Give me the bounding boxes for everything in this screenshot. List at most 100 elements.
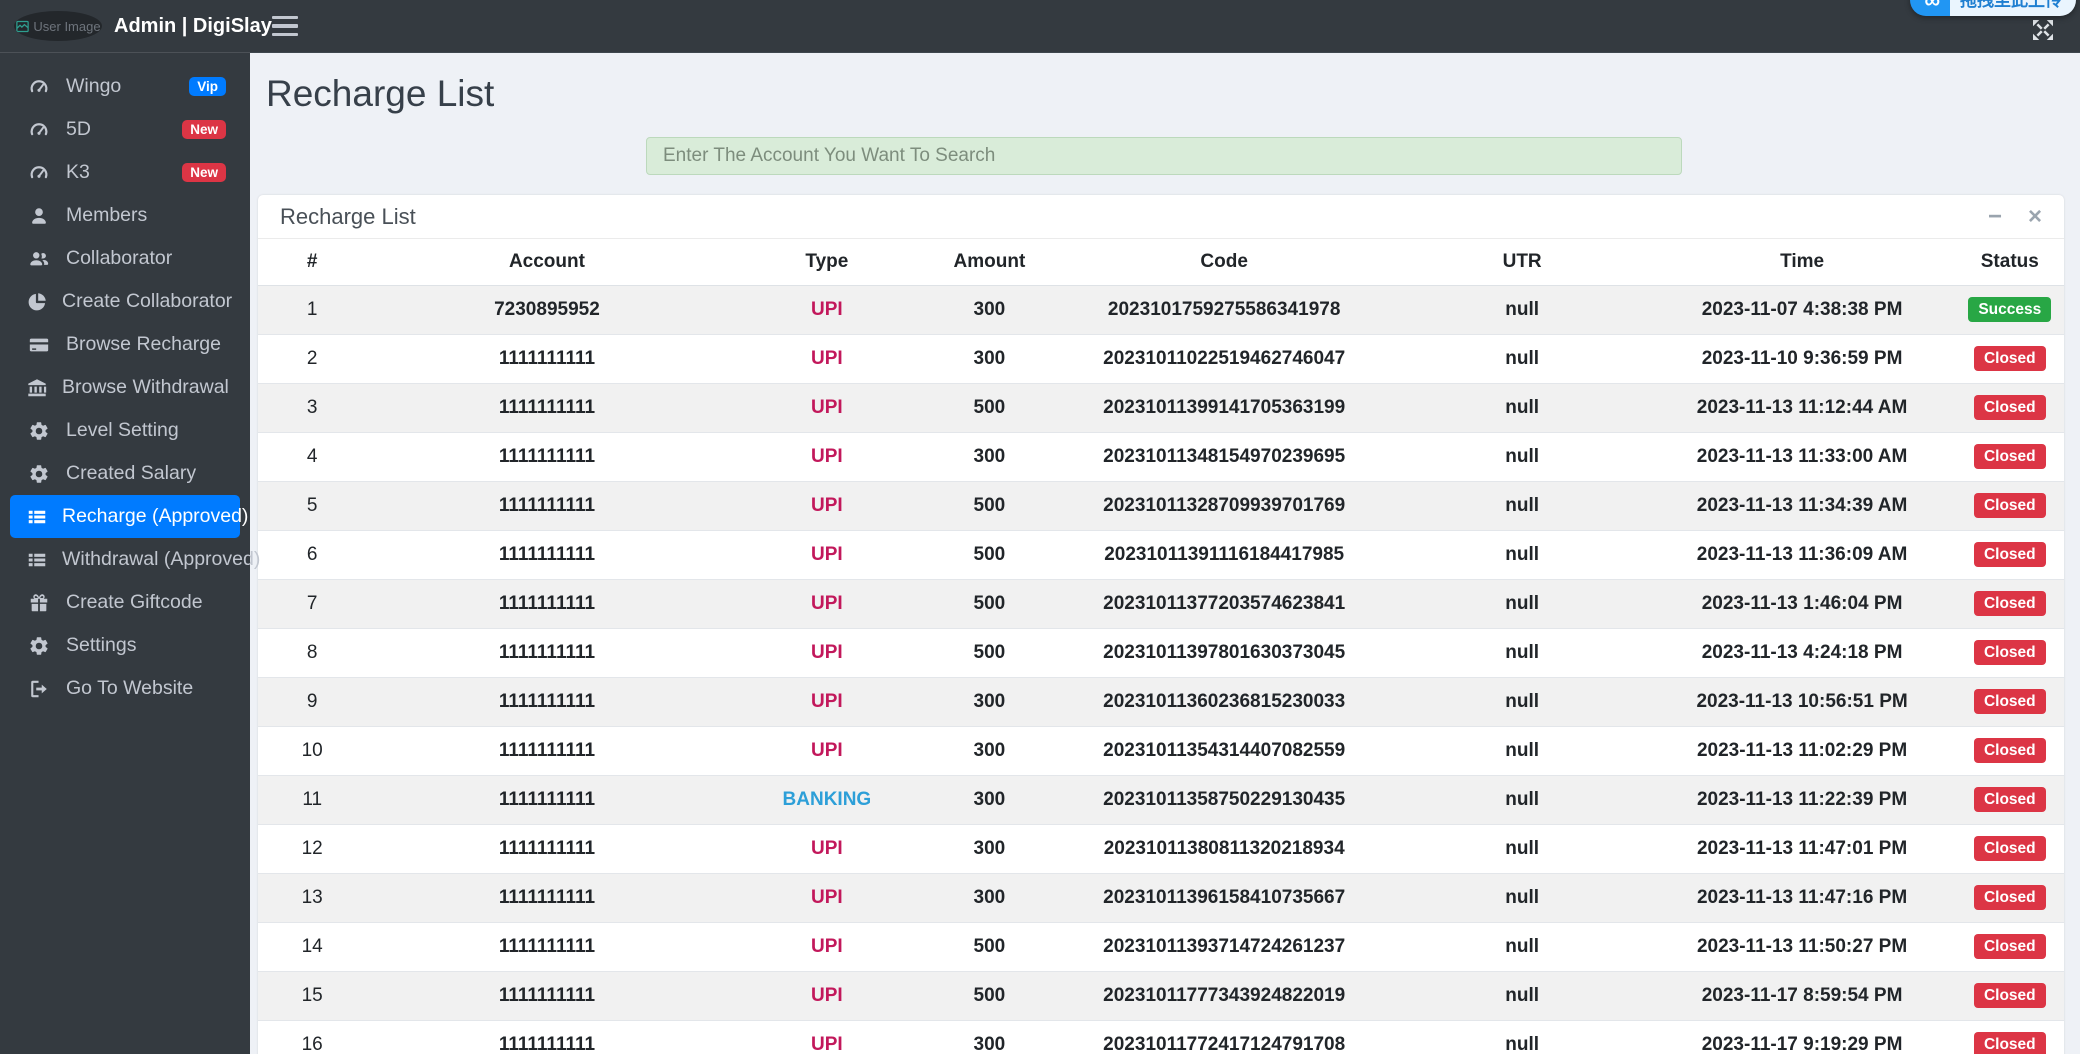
table-row: 10 1111111111 UPI 300 202310113543144070… [258,725,2064,775]
cell-amount: 300 [926,823,1053,873]
cell-type: UPI [727,872,927,922]
status-badge: Closed [1973,1031,2046,1054]
sidebar-item-settings[interactable]: Settings [10,624,240,667]
sidebar-item-recharge-approved[interactable]: Recharge (Approved) [10,495,248,538]
status-badge: Closed [1973,835,2046,862]
cell-amount: 300 [926,431,1053,481]
cogs-icon [26,463,52,485]
cell-code: 20231011397801630373045 [1052,627,1396,677]
sidebar-item-withdrawal-approved[interactable]: Withdrawal (Approved) [10,538,260,581]
cell-time: 2023-11-13 10:56:51 PM [1648,676,1956,726]
sidebar-item-collaborator[interactable]: Collaborator [10,237,240,280]
status-badge: Closed [1973,345,2046,372]
table-row: 2 1111111111 UPI 300 2023101102251946274… [258,333,2064,383]
status-badge: Closed [1973,933,2046,960]
cell-code: 20231011777343924822019 [1052,970,1396,1020]
sidebar-item-5d[interactable]: 5D New [10,108,240,151]
cell-code: 20231011399141705363199 [1052,382,1396,432]
cell-code: 20231011358750229130435 [1052,774,1396,824]
cell-type: UPI [727,284,927,334]
sidebar-item-level-setting[interactable]: Level Setting [10,409,240,452]
cell-utr: null [1395,529,1649,579]
sidebar-item-wingo[interactable]: Wingo Vip [10,65,240,108]
cell-utr: null [1395,1019,1649,1054]
cell-code: 20231011380811320218934 [1052,823,1396,873]
sidebar-item-browse-recharge[interactable]: Browse Recharge [10,323,240,366]
cell-type: BANKING [727,774,927,824]
cell-time: 2023-11-13 11:36:09 AM [1648,529,1956,579]
user-image-placeholder: User Image [14,11,102,41]
sidebar-item-create-giftcode[interactable]: Create Giftcode [10,581,240,624]
cell-amount: 300 [926,725,1053,775]
sidebar-item-create-collaborator[interactable]: Create Collaborator [10,280,240,323]
fullscreen-icon[interactable] [2028,15,2058,45]
cell-account: 1111111111 [366,431,728,481]
cell-num: 3 [258,382,367,432]
users-icon [26,248,52,270]
cell-num: 12 [258,823,367,873]
cell-type: UPI [727,480,927,530]
infinity-icon: ∞ [1910,0,1950,16]
cell-status: Closed [1955,921,2064,971]
table-row: 7 1111111111 UPI 500 2023101137720357462… [258,578,2064,628]
cog-icon [26,635,52,657]
cell-code: 20231011348154970239695 [1052,431,1396,481]
cell-utr: null [1395,382,1649,432]
cell-num: 4 [258,431,367,481]
cell-type: UPI [727,725,927,775]
cell-amount: 500 [926,480,1053,530]
cell-time: 2023-11-13 11:33:00 AM [1648,431,1956,481]
cell-utr: null [1395,872,1649,922]
status-badge: Closed [1973,394,2046,421]
sidebar-item-go-to-website[interactable]: Go To Website [10,667,240,710]
cell-utr: null [1395,823,1649,873]
sidebar-item-members[interactable]: Members [10,194,240,237]
tachometer-icon [26,119,52,141]
sidebar-nav: Wingo Vip 5D New K3 New Members Collabor… [0,53,260,722]
cell-account: 1111111111 [366,921,728,971]
header-amount: Amount [926,239,1053,286]
bank-icon [26,377,48,399]
credit-card-icon [26,334,52,356]
cell-num: 8 [258,627,367,677]
table-row: 16 1111111111 UPI 300 202310117724171247… [258,1019,2064,1054]
close-icon[interactable]: × [2028,204,2042,229]
sidebar-item-browse-withdrawal[interactable]: Browse Withdrawal [10,366,240,409]
table-row: 12 1111111111 UPI 300 202310113808113202… [258,823,2064,873]
header-utr: UTR [1395,239,1649,286]
cell-status: Closed [1955,970,2064,1020]
sidebar-badge: Vip [189,76,226,97]
cell-code: 20231011354314407082559 [1052,725,1396,775]
hamburger-menu-icon[interactable] [272,16,298,36]
cell-type: UPI [727,333,927,383]
search-input[interactable] [646,137,1682,175]
cell-num: 6 [258,529,367,579]
sidebar-item-k3[interactable]: K3 New [10,151,240,194]
cell-time: 2023-11-13 11:34:39 AM [1648,480,1956,530]
table-row: 5 1111111111 UPI 500 2023101132870993970… [258,480,2064,530]
cell-status: Closed [1955,774,2064,824]
table-row: 15 1111111111 UPI 500 202310117773439248… [258,970,2064,1020]
user-icon [26,205,52,227]
cell-status: Closed [1955,627,2064,677]
cell-time: 2023-11-13 11:02:29 PM [1648,725,1956,775]
cell-account: 1111111111 [366,970,728,1020]
upload-overlay-pill[interactable]: ∞ 拖拽至此上传 [1910,0,2076,16]
brand[interactable]: User Image Admin | DigiSlay [0,0,272,53]
status-badge: Closed [1973,737,2046,764]
sidebar: User Image Admin | DigiSlay Wingo Vip 5D… [0,0,272,1054]
status-badge: Closed [1973,443,2046,470]
cell-account: 1111111111 [366,676,728,726]
cell-status: Closed [1955,872,2064,922]
sidebar-item-created-salary[interactable]: Created Salary [10,452,240,495]
cell-num: 2 [258,333,367,383]
table-row: 6 1111111111 UPI 500 2023101139111618441… [258,529,2064,579]
cell-utr: null [1395,676,1649,726]
status-badge: Closed [1973,786,2046,813]
upload-overlay-label: 拖拽至此上传 [1950,0,2076,16]
table-row: 13 1111111111 UPI 300 202310113961584107… [258,872,2064,922]
cell-account: 1111111111 [366,382,728,432]
header-time: Time [1648,239,1956,286]
header-account: Account [366,239,728,286]
minimize-icon[interactable]: − [1988,204,2002,229]
